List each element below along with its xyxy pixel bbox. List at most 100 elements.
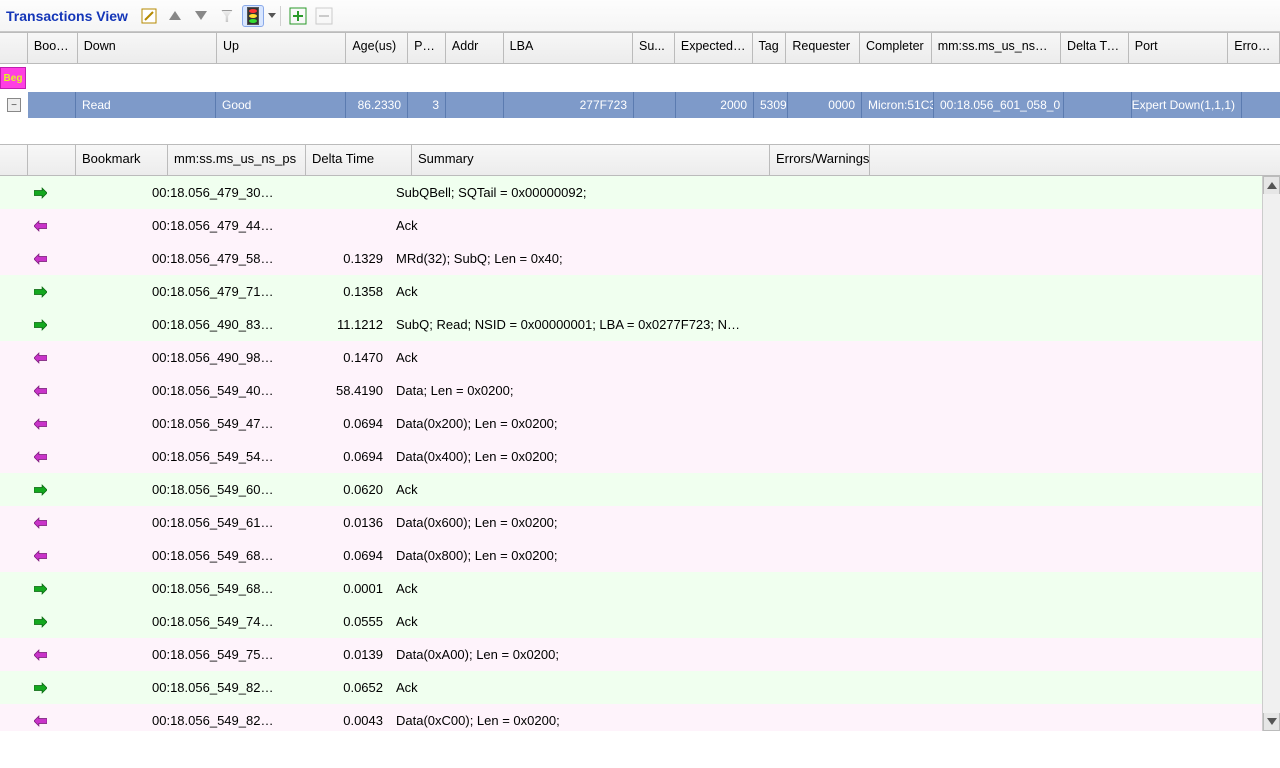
table-row[interactable]: 00:18.056_549_543_7 0.0694 Data(0x400); … bbox=[0, 440, 1280, 473]
direction-arrow-icon bbox=[28, 253, 54, 265]
col-tag[interactable]: Tag bbox=[753, 33, 787, 63]
direction-arrow-icon bbox=[28, 187, 54, 199]
inner-column-header: Bookmark mm:ss.ms_us_ns_ps Delta Time Su… bbox=[0, 144, 1280, 176]
row-time: 00:18.056_549_744_0 bbox=[146, 614, 284, 629]
direction-arrow-icon bbox=[28, 286, 54, 298]
col-completer[interactable]: Completer bbox=[860, 33, 932, 63]
collapse-button[interactable] bbox=[313, 5, 335, 27]
direction-arrow-icon bbox=[28, 550, 54, 562]
edit-view-button[interactable] bbox=[138, 5, 160, 27]
titlebar: Transactions View bbox=[0, 0, 1280, 32]
table-row[interactable]: 00:18.056_490_986_1 0.1470 Ack bbox=[0, 341, 1280, 374]
table-row[interactable]: 00:18.056_549_688_6 0.0001 Ack bbox=[0, 572, 1280, 605]
table-row[interactable]: 00:18.056_479_308_4 SubQBell; SQTail = 0… bbox=[0, 176, 1280, 209]
table-row[interactable]: 00:18.056_549_605_6 0.0620 Ack bbox=[0, 473, 1280, 506]
row-delta: 0.0620 bbox=[284, 482, 390, 497]
row-summary: Data(0x600); Len = 0x0200; bbox=[390, 515, 748, 530]
inner-col-delta[interactable]: Delta Time bbox=[306, 145, 412, 175]
row-summary: Ack bbox=[390, 284, 748, 299]
row-time: 00:18.056_479_717_9 bbox=[146, 284, 284, 299]
table-row[interactable]: 00:18.056_549_619_2 0.0136 Data(0x600); … bbox=[0, 506, 1280, 539]
inner-col-errors[interactable]: Errors/Warnings bbox=[770, 145, 870, 175]
col-lba[interactable]: LBA bbox=[504, 33, 633, 63]
col-bookmark[interactable]: Book... bbox=[28, 33, 78, 63]
summary-time: 00:18.056_601_058_0 bbox=[934, 92, 1064, 118]
table-row[interactable]: 00:18.056_549_823_0 0.0652 Ack bbox=[0, 671, 1280, 704]
col-su[interactable]: Su... bbox=[633, 33, 675, 63]
expand-button[interactable] bbox=[287, 5, 309, 27]
top-column-header: Book... Down Up Age(us) Pen... Addr LBA … bbox=[0, 32, 1280, 64]
transaction-summary-row[interactable]: Read Good 86.2330 3 277F723 2000 5309 00… bbox=[28, 92, 1280, 118]
row-summary: Data(0xC00); Len = 0x0200; bbox=[390, 713, 748, 728]
col-pen[interactable]: Pen... bbox=[408, 33, 446, 63]
row-time: 00:18.056_549_605_6 bbox=[146, 482, 284, 497]
summary-down: Read bbox=[76, 92, 216, 118]
table-row[interactable]: 00:18.056_549_744_0 0.0555 Ack bbox=[0, 605, 1280, 638]
inner-col-bookmark[interactable]: Bookmark bbox=[76, 145, 168, 175]
gutter-col[interactable] bbox=[0, 33, 28, 63]
table-row[interactable]: 00:18.056_479_449_3 Ack bbox=[0, 209, 1280, 242]
direction-arrow-icon bbox=[28, 484, 54, 496]
view-title: Transactions View bbox=[6, 8, 128, 24]
direction-arrow-icon bbox=[28, 517, 54, 529]
row-summary: Data; Len = 0x0200; bbox=[390, 383, 748, 398]
row-time: 00:18.056_490_839_1 bbox=[146, 317, 284, 332]
col-age[interactable]: Age(us) bbox=[346, 33, 408, 63]
direction-arrow-icon bbox=[28, 319, 54, 331]
summary-requester: 0000 bbox=[788, 92, 862, 118]
inner-col-summary[interactable]: Summary bbox=[412, 145, 770, 175]
traffic-light-button[interactable] bbox=[242, 5, 264, 27]
table-row[interactable]: 00:18.056_490_839_1 11.1212 SubQ; Read; … bbox=[0, 308, 1280, 341]
summary-pen: 3 bbox=[408, 92, 446, 118]
begin-tag[interactable]: Beg bbox=[0, 67, 26, 89]
col-addr[interactable]: Addr bbox=[446, 33, 504, 63]
table-row[interactable]: 00:18.056_549_827_2 0.0043 Data(0xC00); … bbox=[0, 704, 1280, 731]
up-arrow-button[interactable] bbox=[164, 5, 186, 27]
inner-col-time[interactable]: mm:ss.ms_us_ns_ps bbox=[168, 145, 306, 175]
summary-tag: 5309 bbox=[754, 92, 788, 118]
row-delta: 0.0694 bbox=[284, 416, 390, 431]
direction-arrow-icon bbox=[28, 352, 54, 364]
row-time: 00:18.056_549_757_9 bbox=[146, 647, 284, 662]
summary-expected: 2000 bbox=[676, 92, 754, 118]
scroll-down-button[interactable] bbox=[1263, 713, 1280, 731]
summary-lba: 277F723 bbox=[504, 92, 634, 118]
table-row[interactable]: 00:18.056_479_582_2 0.1329 MRd(32); SubQ… bbox=[0, 242, 1280, 275]
row-delta: 0.1358 bbox=[284, 284, 390, 299]
row-time: 00:18.056_479_449_3 bbox=[146, 218, 284, 233]
transaction-rows: 00:18.056_479_308_4 SubQBell; SQTail = 0… bbox=[0, 176, 1280, 731]
row-delta: 0.0043 bbox=[284, 713, 390, 728]
col-delta[interactable]: Delta Time bbox=[1061, 33, 1129, 63]
table-row[interactable]: 00:18.056_549_757_9 0.0139 Data(0xA00); … bbox=[0, 638, 1280, 671]
row-summary: Ack bbox=[390, 218, 748, 233]
direction-arrow-icon bbox=[28, 616, 54, 628]
vertical-scrollbar[interactable] bbox=[1262, 176, 1280, 731]
filter-button[interactable] bbox=[216, 5, 238, 27]
col-expected[interactable]: Expected E... bbox=[675, 33, 753, 63]
col-errors[interactable]: Errors/V bbox=[1228, 33, 1280, 63]
col-down[interactable]: Down bbox=[78, 33, 217, 63]
direction-arrow-icon bbox=[28, 715, 54, 727]
summary-delta bbox=[1064, 92, 1132, 118]
row-summary: SubQBell; SQTail = 0x00000092; bbox=[390, 185, 748, 200]
row-summary: Ack bbox=[390, 581, 748, 596]
table-row[interactable]: 00:18.056_549_474_4 0.0694 Data(0x200); … bbox=[0, 407, 1280, 440]
row-summary: Data(0xA00); Len = 0x0200; bbox=[390, 647, 748, 662]
col-requester[interactable]: Requester bbox=[786, 33, 860, 63]
collapse-toggle[interactable]: − bbox=[7, 98, 21, 112]
row-summary: Ack bbox=[390, 350, 748, 365]
table-row[interactable]: 00:18.056_549_405_0 58.4190 Data; Len = … bbox=[0, 374, 1280, 407]
row-summary: Data(0x200); Len = 0x0200; bbox=[390, 416, 748, 431]
row-time: 00:18.056_549_688_6 bbox=[146, 581, 284, 596]
col-up[interactable]: Up bbox=[217, 33, 346, 63]
table-row[interactable]: 00:18.056_549_688_5 0.0694 Data(0x800); … bbox=[0, 539, 1280, 572]
dropdown-caret-icon[interactable] bbox=[268, 13, 276, 18]
row-time: 00:18.056_549_823_0 bbox=[146, 680, 284, 695]
row-time: 00:18.056_549_619_2 bbox=[146, 515, 284, 530]
down-arrow-button[interactable] bbox=[190, 5, 212, 27]
col-time[interactable]: mm:ss.ms_us_ns_ps bbox=[932, 33, 1061, 63]
scroll-up-button[interactable] bbox=[1263, 176, 1280, 194]
summary-up: Good bbox=[216, 92, 346, 118]
col-port[interactable]: Port bbox=[1129, 33, 1229, 63]
table-row[interactable]: 00:18.056_479_717_9 0.1358 Ack bbox=[0, 275, 1280, 308]
